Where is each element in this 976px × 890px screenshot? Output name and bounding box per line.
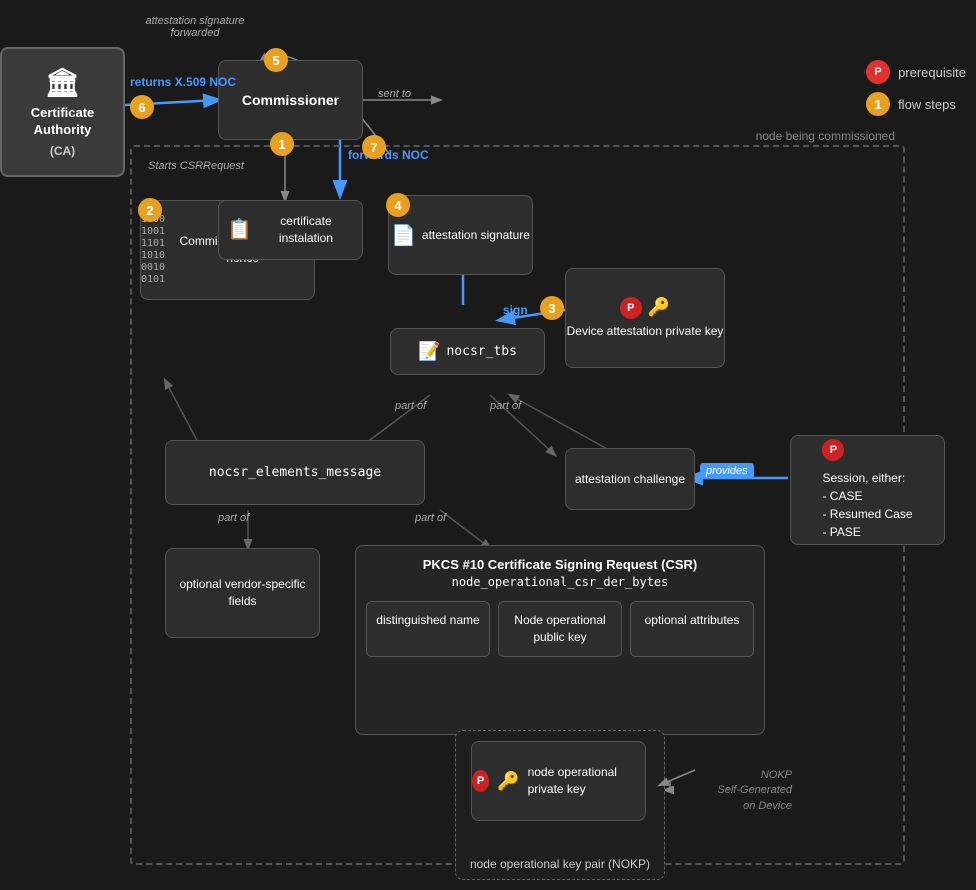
- nokp-pair-label: node operational key pair (NOKP): [456, 857, 664, 871]
- returns-noc-label: returns X.509 NOC: [130, 75, 236, 91]
- optional-vendor-label: optional vendor-specific fields: [166, 568, 319, 618]
- device-attest-icon: 🔑: [648, 297, 670, 318]
- cert-install-icon: 📋: [227, 217, 252, 242]
- session-box: P Session, either: - CASE - Resumed Case…: [790, 435, 945, 545]
- legend-prerequisite: P prerequisite: [866, 60, 966, 84]
- part-of-1: part of: [395, 400, 426, 412]
- attestation-challenge-box: attestation challenge: [565, 448, 695, 510]
- nokp-outer-box: P 🔑 node operational private key node op…: [455, 730, 665, 880]
- ca-title: Certificate Authority: [2, 105, 123, 139]
- optional-vendor-box: optional vendor-specific fields: [165, 548, 320, 638]
- legend: P prerequisite 1 flow steps: [866, 60, 966, 116]
- csr-box: PKCS #10 Certificate Signing Request (CS…: [355, 545, 765, 735]
- node-op-private-key-box: P 🔑 node operational private key: [471, 741, 646, 821]
- step-4-badge: 4: [386, 193, 410, 217]
- binary-icon: 100010011101101000100101: [141, 214, 165, 286]
- session-prereq-badge: P: [822, 439, 844, 461]
- cert-install-box: 📋 certificate instalation: [218, 200, 363, 260]
- optional-attributes-box: optional attributes: [630, 601, 754, 657]
- sign-label: sign: [503, 303, 528, 317]
- prereq-label: prerequisite: [898, 65, 966, 80]
- step-5-badge: 5: [264, 48, 288, 72]
- nocsr-tbs-box: 📝 nocsr_tbs: [390, 328, 545, 375]
- nocsr-tbs-icon: 📝: [418, 341, 440, 362]
- ca-box: 🏛 Certificate Authority (CA): [0, 47, 125, 177]
- starts-csr-label: Starts CSRRequest: [148, 160, 244, 172]
- nocsr-elements-label: nocsr_elements_message: [209, 465, 381, 480]
- step-3-badge: 3: [540, 296, 564, 320]
- cert-install-label: certificate instalation: [258, 213, 354, 247]
- flow-steps-label: flow steps: [898, 97, 956, 112]
- distinguished-name-box: distinguished name: [366, 601, 490, 657]
- nokp-self-gen-label: NOKPSelf-Generatedon Device: [672, 768, 792, 814]
- sent-to-label: sent to: [378, 88, 411, 100]
- device-attest-prereq-badge: P: [620, 297, 642, 319]
- nocsr-elements-box: nocsr_elements_message: [165, 440, 425, 505]
- csr-title: PKCS #10 Certificate Signing Request (CS…: [356, 546, 764, 597]
- attest-sig-fwd-label: attestation signature forwarded: [125, 15, 265, 39]
- node-op-pubkey-box: Node operational public key: [498, 601, 622, 657]
- device-attest-label: Device attestation private key: [567, 323, 724, 340]
- part-of-2: part of: [490, 400, 521, 412]
- part-of-3: part of: [218, 512, 249, 524]
- legend-flow-steps: 1 flow steps: [866, 92, 966, 116]
- diagram: 🏛 Certificate Authority (CA) node being …: [0, 0, 976, 890]
- attest-sig-icon: 📄: [391, 223, 416, 248]
- step-1-badge: 1: [270, 132, 294, 156]
- step-7-badge: 7: [362, 135, 386, 159]
- bank-icon: 🏛: [45, 66, 81, 99]
- key-icon: 🔑: [497, 771, 519, 792]
- nokp-prereq-badge: P: [472, 770, 489, 792]
- ca-subtitle: (CA): [50, 144, 75, 158]
- forwards-noc-label: forwards NOC: [348, 148, 429, 162]
- session-label: Session, either: - CASE - Resumed Case -…: [822, 469, 912, 541]
- device-attest-box: P 🔑 Device attestation private key: [565, 268, 725, 368]
- provides-label: provides: [700, 463, 754, 479]
- flow-steps-badge: 1: [866, 92, 890, 116]
- step-6-badge: 6: [130, 95, 154, 119]
- prereq-badge: P: [866, 60, 890, 84]
- commissioner-label: Commissioner: [242, 92, 339, 108]
- commissioner-box: Commissioner: [218, 60, 363, 140]
- node-commissioned-label: node being commissioned: [756, 129, 895, 143]
- nocsr-tbs-label: nocsr_tbs: [446, 344, 516, 359]
- step-2-badge: 2: [138, 198, 162, 222]
- attestation-sig-label: attestation signature: [422, 227, 530, 244]
- node-op-private-key-label: node operational private key: [528, 764, 645, 798]
- attestation-challenge-label: attestation challenge: [575, 471, 685, 488]
- part-of-4: part of: [415, 512, 446, 524]
